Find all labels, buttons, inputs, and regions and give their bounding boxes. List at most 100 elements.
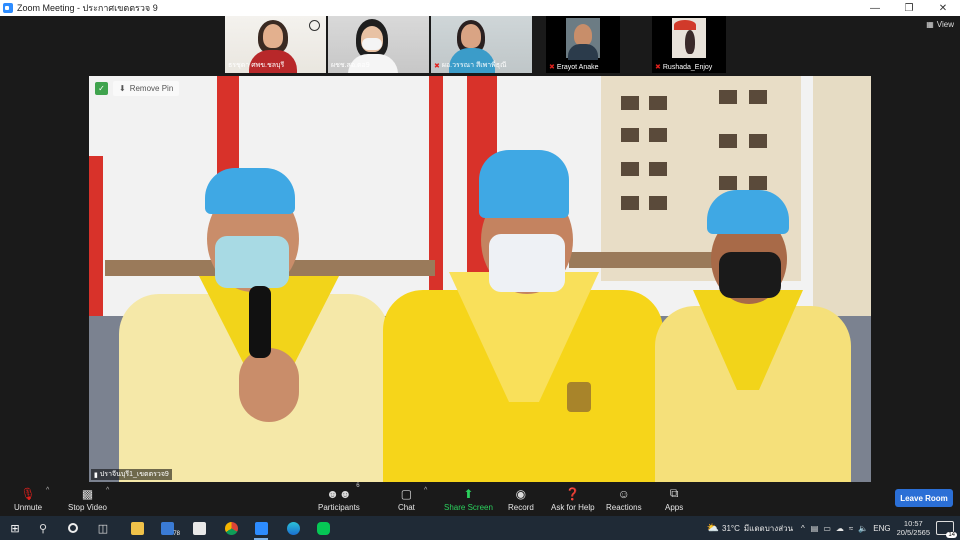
- window-title: Zoom Meeting - ประกาศเขตตรวจ 9: [17, 3, 158, 13]
- board-photo: [649, 162, 667, 176]
- taskbar-photos[interactable]: 78: [156, 516, 180, 540]
- clock-time: 10:57: [903, 519, 923, 528]
- unmute-button[interactable]: 🎙 Unmute: [14, 486, 42, 513]
- chrome-icon: [224, 521, 238, 535]
- show-hidden-icons-icon[interactable]: ^: [801, 524, 805, 533]
- speaker-name: ปราจีนบุรี1_เขตตรวจ9: [99, 471, 169, 478]
- task-view-icon: ◫: [97, 522, 109, 535]
- chat-button[interactable]: ▢ Chat: [398, 486, 415, 513]
- participant-thumbnail[interactable]: ✖ Erayot Anake: [546, 16, 620, 73]
- view-label: View: [936, 20, 954, 29]
- participant-face: [574, 24, 592, 46]
- participant-name: ธรชุดา ศพข.ชลบุรี: [228, 62, 285, 69]
- person-center-mask: [489, 234, 565, 292]
- share-screen-icon: ⬆: [463, 486, 474, 501]
- participants-count: 6: [356, 483, 360, 489]
- participant-name: ✖ ผอ.วรรณา สีเพาพี่ธุณี: [434, 62, 507, 70]
- board-photo: [719, 134, 737, 148]
- encryption-shield-icon[interactable]: ✓: [95, 82, 108, 95]
- taskbar-zoom[interactable]: [250, 516, 272, 540]
- ask-for-help-button[interactable]: ❓ Ask for Help: [551, 486, 595, 513]
- record-button[interactable]: ◉ Record: [508, 486, 534, 513]
- stop-video-label: Stop Video: [68, 503, 107, 512]
- video-options-caret[interactable]: ^: [106, 487, 109, 494]
- photo-board-right: [813, 76, 871, 316]
- minimize-button[interactable]: —: [858, 0, 892, 16]
- share-screen-button[interactable]: ⬆ Share Screen: [444, 486, 493, 513]
- apps-button[interactable]: ⧉ Apps: [665, 486, 683, 512]
- participant-face: [461, 24, 481, 48]
- weather-temp[interactable]: 31°C: [722, 524, 740, 533]
- participant-name: ✖ Erayot Anake: [549, 63, 599, 72]
- participant-thumbnail[interactable]: ธรชุดา ศพข.ชลบุรี: [225, 16, 326, 73]
- share-screen-label: Share Screen: [444, 503, 493, 512]
- signal-icon: ▮: [94, 471, 98, 479]
- participants-icon: ☻☻ 6: [326, 483, 360, 501]
- battery-icon[interactable]: ▭: [823, 524, 831, 533]
- notification-center-button[interactable]: 14: [936, 521, 957, 538]
- audio-options-caret[interactable]: ^: [46, 487, 49, 494]
- weather-description[interactable]: มีแดดบางส่วน: [744, 522, 793, 535]
- taskbar-calendar[interactable]: [188, 516, 210, 540]
- stop-video-button[interactable]: ▩ Stop Video: [68, 486, 107, 513]
- remove-pin-button[interactable]: ⬇ Remove Pin: [113, 81, 180, 96]
- taskbar-line[interactable]: [312, 516, 334, 540]
- board-photo: [621, 128, 639, 142]
- speaker-name-tag: ▮ ปราจีนบุรี1_เขตตรวจ9: [91, 469, 172, 480]
- chat-label: Chat: [398, 503, 415, 512]
- participant-body: [568, 44, 598, 60]
- active-speaker-video[interactable]: ✓ ⬇ Remove Pin ▮ ปราจีนบุรี1_เขตตรวจ9: [89, 76, 871, 482]
- taskbar-file-explorer[interactable]: [126, 516, 148, 540]
- participant-figure: [685, 30, 695, 54]
- reactions-button[interactable]: ☺ Reactions: [606, 486, 642, 513]
- meeting-toolbar: 🎙 Unmute ^ ▩ Stop Video ^ ☻☻ 6 Participan…: [0, 482, 960, 516]
- record-icon: ◉: [515, 486, 527, 501]
- search-icon: ⚲: [38, 522, 48, 535]
- zoom-app-icon: [3, 3, 13, 13]
- cortana-button[interactable]: [62, 516, 84, 540]
- view-button[interactable]: ▦ View: [926, 20, 954, 29]
- volume-icon[interactable]: 🔈: [858, 524, 868, 533]
- clock[interactable]: 10:57 20/5/2565: [897, 519, 930, 537]
- participants-button[interactable]: ☻☻ 6 Participants: [318, 483, 360, 512]
- person-left-mask: [215, 236, 289, 288]
- title-bar: Zoom Meeting - ประกาศเขตตรวจ 9 — ❐ ✕: [0, 0, 960, 16]
- taskbar-chrome[interactable]: [220, 516, 242, 540]
- muted-mic-icon: ✖: [549, 64, 555, 71]
- board-photo: [649, 196, 667, 210]
- taskbar-edge[interactable]: [282, 516, 304, 540]
- system-tray: ⛅ 31°C มีแดดบางส่วน ^ ▤ ▭ ☁ ≈ 🔈 ENG 10:5…: [707, 516, 960, 540]
- muted-mic-icon: ✖: [655, 64, 661, 71]
- close-button[interactable]: ✕: [926, 0, 960, 16]
- weather-icon[interactable]: ⛅: [707, 523, 719, 534]
- board-photo: [621, 162, 639, 176]
- pin-icon: ⬇: [119, 84, 126, 93]
- participants-label: Participants: [318, 503, 360, 512]
- restore-button[interactable]: ❐: [892, 0, 926, 16]
- participant-face: [263, 24, 283, 48]
- clock-date: 20/5/2565: [896, 528, 930, 537]
- chat-options-caret[interactable]: ^: [424, 487, 427, 494]
- participant-thumbnail[interactable]: ✖ ผอ.วรรณา สีเพาพี่ธุณี: [431, 16, 532, 73]
- onedrive-icon[interactable]: ☁: [836, 524, 844, 533]
- photos-icon: [160, 521, 174, 535]
- board-photo: [749, 176, 767, 190]
- help-icon: ❓: [565, 486, 581, 501]
- start-button[interactable]: ⊞: [4, 516, 26, 540]
- windows-logo-icon: ⊞: [10, 522, 20, 535]
- search-button[interactable]: ⚲: [32, 516, 54, 540]
- chat-icon: ▢: [400, 486, 413, 501]
- task-view-button[interactable]: ◫: [92, 516, 114, 540]
- window-controls: — ❐ ✕: [858, 0, 960, 16]
- wifi-icon[interactable]: ≈: [849, 524, 853, 533]
- participant-thumbnail[interactable]: ผชช.สอ.ตอ9: [328, 16, 429, 73]
- participant-thumbnail[interactable]: ✖ Rushada_Enjoy: [652, 16, 726, 73]
- network-icon[interactable]: ▤: [811, 524, 819, 533]
- leave-room-button[interactable]: Leave Room: [895, 489, 953, 507]
- person-center-emblem: [567, 382, 591, 412]
- board-photo: [649, 128, 667, 142]
- person-center-cap: [479, 150, 569, 218]
- grid-view-icon: ▦: [926, 20, 934, 29]
- language-indicator[interactable]: ENG: [873, 524, 890, 533]
- mic-muted-icon: 🎙: [20, 486, 36, 501]
